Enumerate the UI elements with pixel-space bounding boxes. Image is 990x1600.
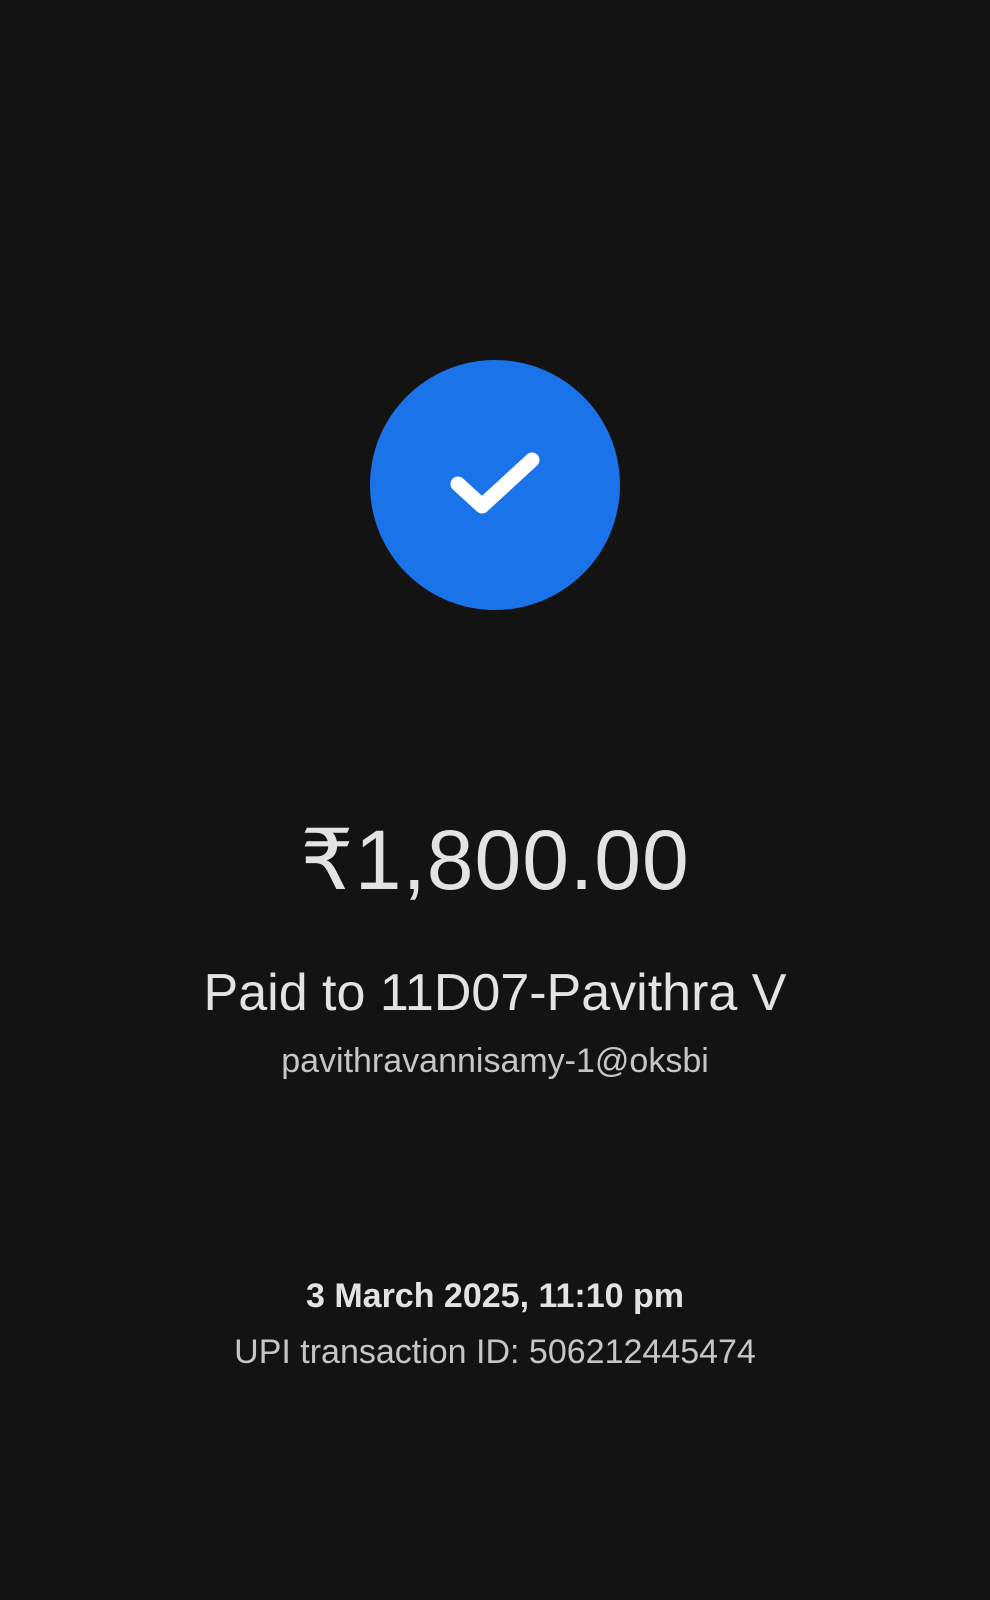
payee-name: Paid to 11D07-Pavithra V bbox=[203, 964, 787, 1022]
success-badge bbox=[370, 360, 620, 610]
payment-success-screen: ₹1,800.00 Paid to 11D07-Pavithra V pavit… bbox=[0, 0, 990, 1600]
payment-datetime: 3 March 2025, 11:10 pm bbox=[305, 1277, 684, 1315]
checkmark-icon bbox=[450, 452, 540, 514]
payment-amount: ₹1,800.00 bbox=[300, 813, 690, 907]
upi-transaction-id: UPI transaction ID: 506212445474 bbox=[234, 1333, 756, 1371]
payee-upi-id: pavithravannisamy-1@oksbi bbox=[281, 1042, 709, 1080]
